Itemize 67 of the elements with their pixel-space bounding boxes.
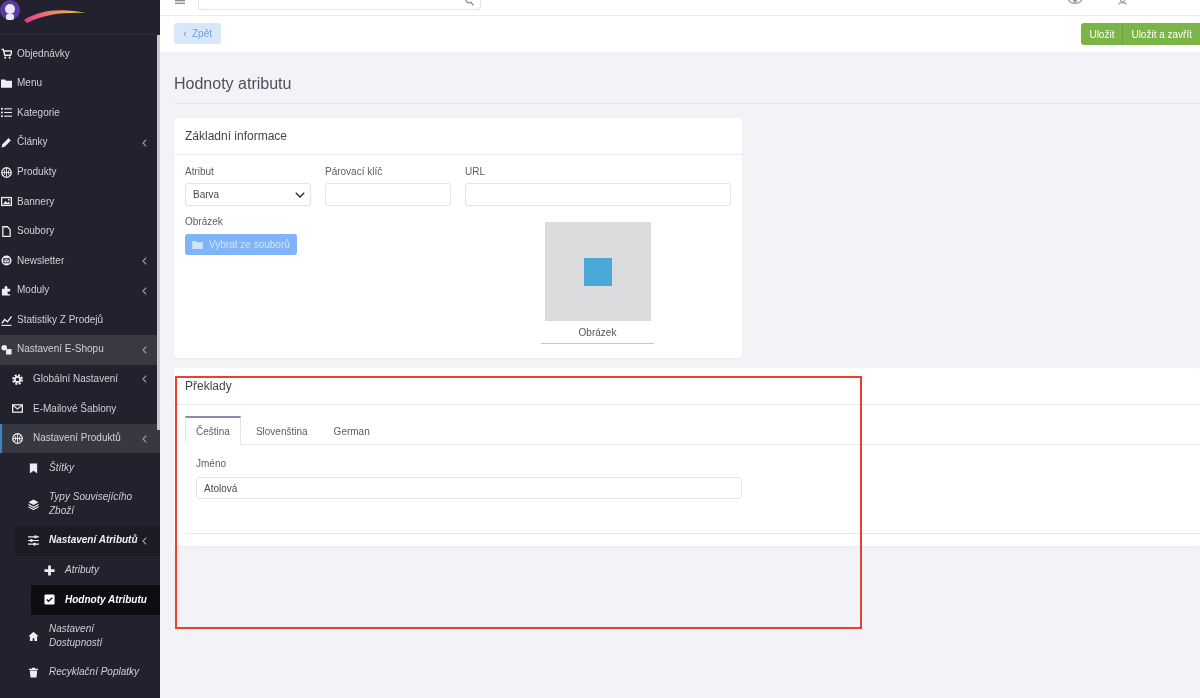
sidebar-item[interactable]: Hodnoty Atributu [31,585,160,615]
image-icon [1,196,12,208]
folder-icon [1,77,12,89]
sidebar-item[interactable]: Soubory [0,216,160,247]
trash-icon [28,667,39,678]
sidebar-item[interactable]: Štítky [15,453,160,483]
shapes-icon [1,344,12,356]
layers-icon [28,498,39,510]
page-title: Hodnoty atributu [174,74,292,94]
text-field[interactable] [465,183,731,206]
text-field[interactable]: Atolová [196,477,742,499]
image-caption: Obrázek [541,327,654,344]
card-title: Překlady [185,379,232,393]
sidebar-item[interactable]: Články [0,127,160,158]
sidebar-item[interactable]: Newsletter [0,246,160,276]
sidebar-item[interactable]: Menu [0,68,160,99]
tab[interactable]: Slovenština [244,416,319,445]
sidebar-item[interactable]: Moduly [0,275,160,306]
sidebar-item[interactable]: Typy Souvisejícího Zboží [15,482,160,526]
card-title: Základní informace [185,129,288,143]
chart-icon [1,314,12,326]
search-field[interactable] [198,0,481,10]
menu-icon[interactable] [175,0,185,4]
envelope-icon [12,403,23,415]
search-icon[interactable] [465,0,474,6]
sidebar-item[interactable]: Nastavení Atributů [15,525,160,556]
select-field[interactable]: Barva [185,183,311,206]
tab[interactable]: Čeština [185,416,241,445]
field-label: Párovací klíč [325,166,383,178]
sidebar-item[interactable]: E-Mailové Šablony [0,394,160,424]
chevron-down-icon [295,191,305,198]
field-label: URL [465,166,485,178]
sidebar-item[interactable]: Bannery [0,186,160,217]
sidebar-item[interactable]: Produkty [0,157,160,187]
field-label: Jméno [196,458,226,470]
user-icon[interactable] [1118,0,1127,5]
ball-icon [12,433,23,444]
chevron-left-icon [183,30,187,37]
sidebar-item[interactable]: Nastavení E-Shopu [0,334,160,365]
file-icon [1,225,12,237]
sidebar-item[interactable]: Atributy [31,555,160,586]
sidebar-item[interactable]: Nastavení Produktů [0,423,160,454]
sidebar-item[interactable]: Statistiky Z Prodejů [0,305,160,335]
sliders-icon [28,535,39,547]
bookmark-icon [28,462,39,474]
cart-icon [1,48,12,60]
scrollbar-thumb[interactable] [157,35,160,430]
text-field[interactable] [325,183,451,206]
house-icon [28,630,39,642]
gear-icon [12,373,23,385]
folder-icon [192,240,203,249]
puzzle-icon [1,285,12,297]
field-label: Obrázek [185,216,223,228]
field-label: Atribut [185,166,214,178]
sidebar-item[interactable]: Objednávky [0,39,160,69]
checkbox-icon [44,594,55,606]
plus-icon [44,564,55,576]
ball-icon [1,166,12,178]
eye-icon[interactable] [1068,0,1082,5]
pencil-icon [1,137,12,149]
sidebar-item[interactable]: Recyklační Poplatky [15,657,160,688]
list-icon [1,107,12,119]
sidebar-item[interactable]: Nastavení Dostupností [15,614,160,658]
sidebar-item[interactable]: Globální Nastavení [0,364,160,395]
sidebar-item[interactable]: Kategorie [0,98,160,128]
tab[interactable]: German [322,416,381,445]
placeholder-square [583,257,612,286]
